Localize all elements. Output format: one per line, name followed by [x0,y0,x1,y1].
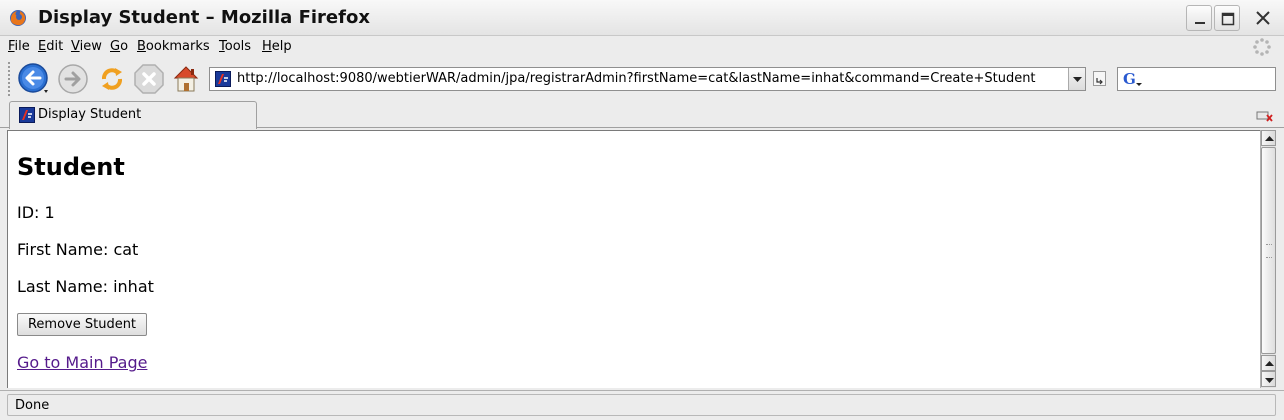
page-content: Student ID: 1 First Name: cat Last Name:… [7,130,1260,388]
tab-close-icon[interactable] [1256,108,1274,122]
close-icon[interactable] [1250,5,1276,31]
scroll-down-icon[interactable] [1261,371,1276,387]
title-bar: Display Student – Mozilla Firefox [0,0,1284,36]
remove-student-button[interactable]: Remove Student [17,313,147,336]
toolbar-grip[interactable] [8,62,12,96]
url-text[interactable]: http://localhost:9080/webtierWAR/admin/j… [237,71,1036,86]
menu-help[interactable]: Help [262,39,292,54]
scroll-up-icon[interactable] [1261,355,1276,371]
window-title: Display Student – Mozilla Firefox [38,7,370,28]
menu-tools[interactable]: Tools [219,39,251,54]
url-dropdown-button[interactable] [1068,68,1085,90]
site-favicon [19,107,35,123]
firefox-icon [8,8,28,28]
minimize-icon[interactable] [1186,5,1212,31]
site-favicon [215,71,231,87]
status-text: Done [15,398,50,413]
student-last-name: Last Name: inhat [17,277,154,296]
menu-go[interactable]: Go [110,39,128,54]
url-bar[interactable]: http://localhost:9080/webtierWAR/admin/j… [209,67,1086,91]
google-search-icon[interactable]: G [1122,70,1144,88]
menu-edit[interactable]: Edit [38,39,63,54]
tab-display-student[interactable]: Display Student [9,101,257,129]
reload-icon[interactable] [95,62,129,96]
forward-icon[interactable] [56,62,90,96]
throbber-icon [1252,37,1272,57]
tab-label: Display Student [38,107,142,122]
back-icon[interactable] [17,62,51,96]
home-icon[interactable] [169,62,203,96]
status-bar: Done [0,390,1284,420]
maximize-icon[interactable] [1214,5,1240,31]
scrollbar-thumb[interactable] [1261,147,1276,354]
stop-icon[interactable] [132,62,166,96]
menu-file[interactable]: File [8,39,30,54]
vertical-scrollbar[interactable] [1260,130,1276,388]
scrollbar-grip [1266,244,1272,258]
menu-bar: File Edit View Go Bookmarks Tools Help [0,36,1284,58]
scroll-up-icon[interactable] [1261,130,1276,146]
go-icon[interactable] [1092,70,1108,88]
student-first-name: First Name: cat [17,240,139,259]
page-heading: Student [17,153,125,181]
search-input[interactable]: G [1117,67,1276,91]
status-panel: Done [7,394,1276,416]
menu-bookmarks[interactable]: Bookmarks [137,39,210,54]
main-page-link[interactable]: Go to Main Page [17,353,147,372]
student-id: ID: 1 [17,203,55,222]
menu-view[interactable]: View [71,39,102,54]
svg-text:G: G [1123,70,1136,88]
